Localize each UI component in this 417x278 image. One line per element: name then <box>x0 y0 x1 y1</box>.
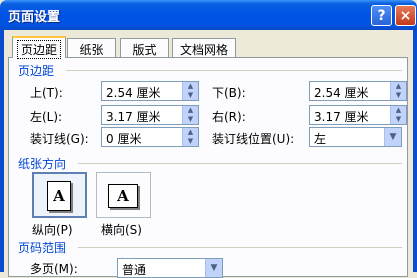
tab-document-grid-label: 文档网格 <box>179 43 228 57</box>
portrait-label: 纵向(P) <box>32 223 73 237</box>
tab-paper[interactable]: 纸张 <box>67 38 116 57</box>
right-margin-spin-buttons: ▲ ▼ <box>390 106 406 124</box>
left-margin-label: 左(L): <box>30 110 63 124</box>
bottom-margin-spinner[interactable]: 2.54 厘米 ▲ ▼ <box>309 81 407 101</box>
gutter-spinner[interactable]: 0 厘米 ▲ ▼ <box>101 127 199 147</box>
window-frame-left <box>0 30 4 272</box>
orientation-section-title: 纸张方向 <box>18 157 67 171</box>
right-margin-value: 3.17 厘米 <box>314 110 369 124</box>
gutter-position-value: 左 <box>314 132 327 146</box>
right-margin-spinner[interactable]: 3.17 厘米 ▲ ▼ <box>309 105 407 125</box>
help-button[interactable]: ? <box>371 5 392 26</box>
gutter-label: 装订线(G): <box>30 132 89 146</box>
close-icon: × <box>399 7 412 24</box>
spin-down-icon[interactable]: ▼ <box>183 91 198 100</box>
chevron-down-icon: ▼ <box>384 128 401 146</box>
gutter-value: 0 厘米 <box>106 132 142 146</box>
spin-down-icon[interactable]: ▼ <box>183 137 198 146</box>
multiple-pages-dropdown[interactable]: 普通 ▼ <box>117 258 223 278</box>
bottom-margin-label: 下(B): <box>212 86 246 100</box>
spin-up-icon[interactable]: ▲ <box>391 106 406 115</box>
tab-layout[interactable]: 版式 <box>120 38 169 57</box>
window-title: 页面设置 <box>8 10 61 25</box>
spin-up-icon[interactable]: ▲ <box>391 82 406 91</box>
tab-paper-label: 纸张 <box>79 43 104 57</box>
spin-up-icon[interactable]: ▲ <box>183 106 198 115</box>
portrait-button[interactable]: A <box>32 172 87 218</box>
top-margin-value: 2.54 厘米 <box>106 86 161 100</box>
spin-up-icon[interactable]: ▲ <box>183 82 198 91</box>
portrait-icon-letter: A <box>53 187 65 205</box>
multiple-pages-label: 多页(M): <box>30 262 78 276</box>
spin-down-icon[interactable]: ▼ <box>391 115 406 124</box>
spin-down-icon[interactable]: ▼ <box>391 91 406 100</box>
gutter-position-dropdown[interactable]: 左 ▼ <box>309 127 402 147</box>
multiple-pages-value: 普通 <box>122 263 147 277</box>
gutter-position-label: 装订线位置(U): <box>212 132 295 146</box>
landscape-page-icon: A <box>108 184 138 208</box>
window-frame-right <box>413 30 417 272</box>
help-icon: ? <box>377 7 386 24</box>
tab-document-grid[interactable]: 文档网格 <box>172 38 236 57</box>
tab-layout-label: 版式 <box>132 43 157 57</box>
landscape-label: 横向(S) <box>101 223 142 237</box>
close-button[interactable]: × <box>395 5 416 26</box>
portrait-page-icon: A <box>47 181 71 211</box>
chevron-down-icon: ▼ <box>205 259 222 277</box>
title-bar: 页面设置 ? × <box>0 0 417 30</box>
pages-section-title: 页码范围 <box>18 241 67 255</box>
tab-margins[interactable]: 页边距 <box>12 36 66 59</box>
landscape-icon-letter: A <box>117 187 129 205</box>
spin-down-icon[interactable]: ▼ <box>183 115 198 124</box>
margins-section-title: 页边距 <box>18 64 55 78</box>
left-margin-spin-buttons: ▲ ▼ <box>182 106 198 124</box>
right-margin-label: 右(R): <box>212 110 246 124</box>
orientation-divider <box>78 163 402 164</box>
top-margin-label: 上(T): <box>30 86 63 100</box>
left-margin-spinner[interactable]: 3.17 厘米 ▲ ▼ <box>101 105 199 125</box>
top-margin-spinner[interactable]: 2.54 厘米 ▲ ▼ <box>101 81 199 101</box>
bottom-margin-value: 2.54 厘米 <box>314 86 369 100</box>
bottom-margin-spin-buttons: ▲ ▼ <box>390 82 406 100</box>
spin-up-icon[interactable]: ▲ <box>183 128 198 137</box>
pages-divider <box>78 247 402 248</box>
gutter-spin-buttons: ▲ ▼ <box>182 128 198 146</box>
left-margin-value: 3.17 厘米 <box>106 110 161 124</box>
top-margin-spin-buttons: ▲ ▼ <box>182 82 198 100</box>
landscape-button[interactable]: A <box>96 172 151 218</box>
margins-divider <box>66 70 402 71</box>
tab-margins-label: 页边距 <box>17 40 61 59</box>
